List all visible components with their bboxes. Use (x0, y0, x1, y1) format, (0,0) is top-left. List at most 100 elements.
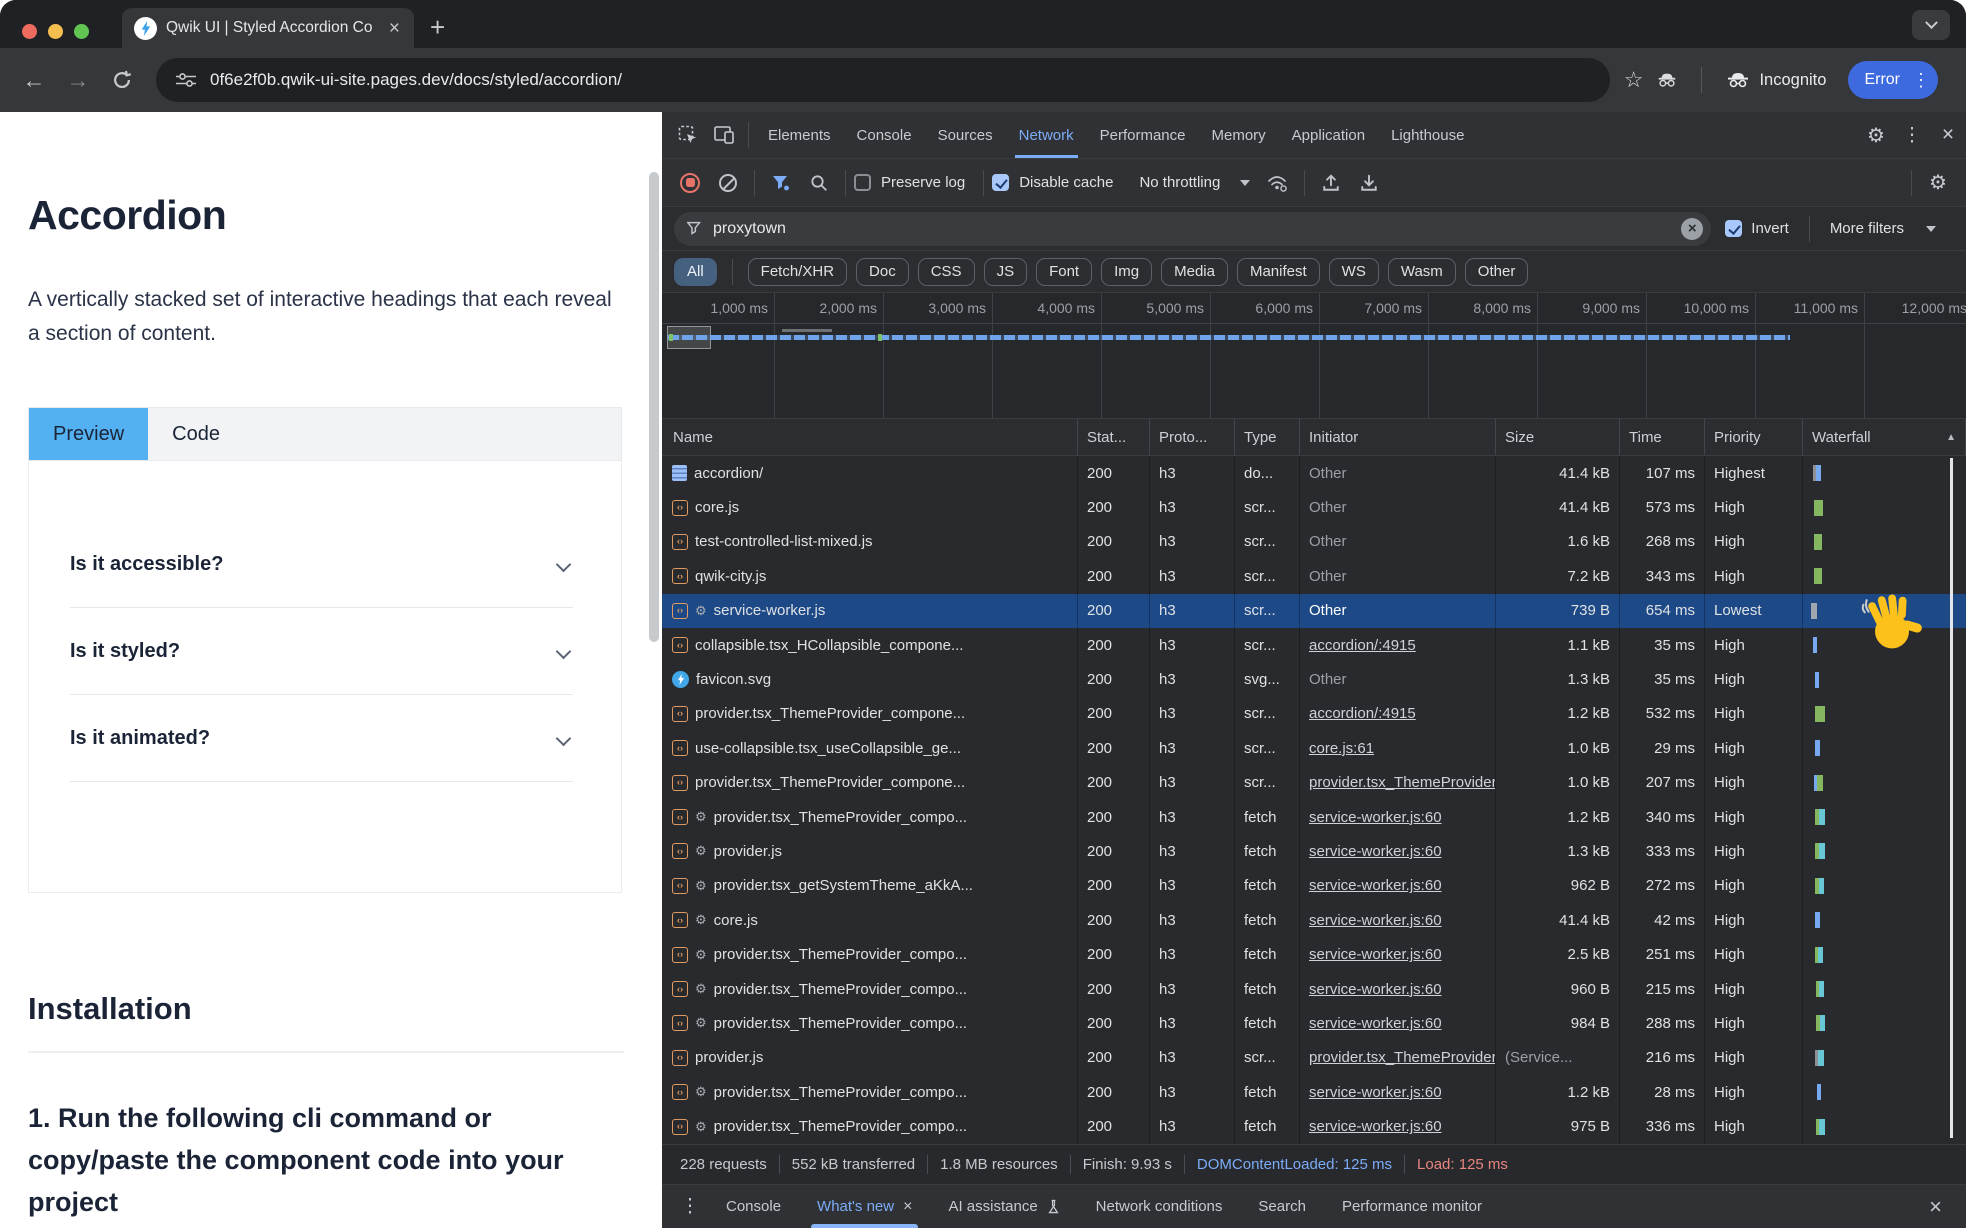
filter-chip-ws[interactable]: WS (1329, 258, 1379, 286)
forward-button[interactable]: → (58, 60, 98, 100)
cell-initiator[interactable]: provider.tsx_ThemeProvider (1300, 766, 1496, 800)
cell-name[interactable]: ‹›provider.tsx_ThemeProvider_compone... (662, 766, 1078, 800)
cell-initiator[interactable]: accordion/:4915 (1300, 697, 1496, 731)
site-settings-icon[interactable] (176, 73, 196, 87)
cell-name[interactable]: ‹›test-controlled-list-mixed.js (662, 525, 1078, 559)
cell-initiator[interactable]: core.js:61 (1300, 731, 1496, 765)
drawer-tab-search[interactable]: Search (1240, 1185, 1324, 1228)
tab-search-button[interactable] (1912, 10, 1950, 40)
column-header-initiator[interactable]: Initiator (1300, 419, 1496, 455)
initiator-link[interactable]: service-worker.js:60 (1309, 1118, 1442, 1135)
filter-chip-js[interactable]: JS (984, 258, 1028, 286)
filter-chip-other[interactable]: Other (1465, 258, 1529, 286)
request-row[interactable]: ‹›provider.tsx_ThemeProvider_compone...2… (662, 766, 1966, 800)
column-header-proto[interactable]: Proto... (1150, 419, 1235, 455)
request-row[interactable]: ‹›provider.tsx_ThemeProvider_compone...2… (662, 697, 1966, 731)
tab-close-icon[interactable]: × (387, 19, 402, 38)
request-row[interactable]: accordion/200h3do...Other41.4 kB107 msHi… (662, 456, 1966, 490)
drawer-tab-what-s-new[interactable]: What's new× (799, 1185, 930, 1228)
devtools-close-icon[interactable]: × (1930, 117, 1966, 153)
request-row[interactable]: ‹›⚙core.js200h3fetchservice-worker.js:60… (662, 903, 1966, 937)
request-row[interactable]: ‹›test-controlled-list-mixed.js200h3scr.… (662, 525, 1966, 559)
throttling-select[interactable]: No throttling (1139, 174, 1220, 191)
inspect-element-icon[interactable] (670, 117, 706, 153)
clear-button[interactable] (710, 165, 746, 201)
initiator-link[interactable]: service-worker.js:60 (1309, 1084, 1442, 1101)
cell-initiator[interactable]: service-worker.js:60 (1300, 869, 1496, 903)
page-scrollbar[interactable] (649, 172, 659, 642)
column-header-name[interactable]: Name (662, 419, 1078, 455)
bookmark-star-icon[interactable]: ☆ (1624, 67, 1644, 93)
cell-name[interactable]: accordion/ (662, 456, 1078, 490)
cell-name[interactable]: ‹›⚙provider.tsx_ThemeProvider_compo... (662, 800, 1078, 834)
drawer-tab-console[interactable]: Console (708, 1185, 799, 1228)
filter-chip-img[interactable]: Img (1101, 258, 1152, 286)
back-button[interactable]: ← (14, 60, 54, 100)
url-text[interactable]: 0f6e2f0b.qwik-ui-site.pages.dev/docs/sty… (210, 70, 622, 90)
initiator-link[interactable]: service-worker.js:60 (1309, 946, 1442, 963)
initiator-link[interactable]: accordion/:4915 (1309, 705, 1416, 722)
chevron-down-icon[interactable] (1926, 226, 1936, 232)
chevron-down-icon[interactable] (1240, 180, 1250, 186)
cell-name[interactable]: ‹›core.js (662, 490, 1078, 524)
drawer-menu-icon[interactable]: ⋮ (672, 1189, 708, 1225)
timeline-overview[interactable]: 1,000 ms2,000 ms3,000 ms4,000 ms5,000 ms… (662, 292, 1966, 418)
request-row[interactable]: ‹›⚙service-worker.js200h3scr...Other739 … (662, 594, 1966, 628)
cell-initiator[interactable]: service-worker.js:60 (1300, 1006, 1496, 1040)
cell-name[interactable]: ‹›⚙provider.js (662, 834, 1078, 868)
demo-tab-preview[interactable]: Preview (29, 408, 148, 460)
invert-checkbox[interactable] (1725, 220, 1742, 237)
initiator-link[interactable]: service-worker.js:60 (1309, 843, 1442, 860)
filter-icon[interactable] (763, 165, 799, 201)
initiator-link[interactable]: service-worker.js:60 (1309, 1015, 1442, 1032)
disable-cache-checkbox[interactable] (992, 174, 1009, 191)
filter-chip-all[interactable]: All (674, 258, 717, 286)
cell-name[interactable]: ‹›provider.js (662, 1041, 1078, 1075)
initiator-link[interactable]: accordion/:4915 (1309, 637, 1416, 654)
initiator-link[interactable]: provider.tsx_ThemeProvider (1309, 1049, 1496, 1066)
cell-initiator[interactable]: provider.tsx_ThemeProvider (1300, 1041, 1496, 1075)
devtools-tab-lighthouse[interactable]: Lighthouse (1378, 112, 1477, 158)
device-toolbar-icon[interactable] (706, 117, 742, 153)
more-menu-icon[interactable]: ⋮ (1912, 70, 1930, 91)
drawer-tab-network-conditions[interactable]: Network conditions (1078, 1185, 1241, 1228)
cell-initiator[interactable]: service-worker.js:60 (1300, 937, 1496, 971)
request-row[interactable]: ‹›⚙provider.tsx_ThemeProvider_compo...20… (662, 1006, 1966, 1040)
error-button[interactable]: Error ⋮ (1848, 61, 1938, 99)
network-conditions-icon[interactable] (1260, 165, 1296, 201)
cell-name[interactable]: ‹›qwik-city.js (662, 559, 1078, 593)
filter-input[interactable]: proxytown × (674, 212, 1711, 246)
cell-initiator[interactable]: service-worker.js:60 (1300, 800, 1496, 834)
drawer-close-icon[interactable]: × (1929, 1194, 1956, 1220)
devtools-settings-icon[interactable]: ⚙ (1858, 117, 1894, 153)
address-bar[interactable]: 0f6e2f0b.qwik-ui-site.pages.dev/docs/sty… (156, 58, 1610, 102)
request-row[interactable]: ‹›qwik-city.js200h3scr...Other7.2 kB343 … (662, 559, 1966, 593)
cell-name[interactable]: ‹›⚙provider.tsx_ThemeProvider_compo... (662, 1075, 1078, 1109)
cell-name[interactable]: ‹›⚙provider.tsx_ThemeProvider_compo... (662, 1006, 1078, 1040)
request-row[interactable]: ‹›⚙provider.tsx_getSystemTheme_aKkA...20… (662, 869, 1966, 903)
column-header-waterfall[interactable]: Waterfall▲ (1803, 419, 1966, 455)
filter-chip-manifest[interactable]: Manifest (1237, 258, 1320, 286)
devtools-tab-elements[interactable]: Elements (755, 112, 844, 158)
devtools-menu-icon[interactable]: ⋮ (1894, 117, 1930, 153)
cell-name[interactable]: ‹›use-collapsible.tsx_useCollapsible_ge.… (662, 731, 1078, 765)
more-filters-button[interactable]: More filters (1830, 220, 1904, 237)
filter-chip-fetch-xhr[interactable]: Fetch/XHR (748, 258, 847, 286)
cell-name[interactable]: ‹›⚙provider.tsx_ThemeProvider_compo... (662, 1109, 1078, 1143)
extension-icon[interactable] (1647, 60, 1687, 100)
devtools-tab-memory[interactable]: Memory (1199, 112, 1279, 158)
cell-name[interactable]: ‹›⚙provider.tsx_ThemeProvider_compo... (662, 937, 1078, 971)
filter-chip-media[interactable]: Media (1161, 258, 1228, 286)
initiator-link[interactable]: service-worker.js:60 (1309, 877, 1442, 894)
request-row[interactable]: favicon.svg200h3svg...Other1.3 kB35 msHi… (662, 662, 1966, 696)
drawer-tab-ai-assistance[interactable]: AI assistance (930, 1185, 1077, 1228)
devtools-tab-console[interactable]: Console (844, 112, 925, 158)
window-close-button[interactable] (22, 24, 37, 39)
cell-name[interactable]: ‹›⚙provider.tsx_ThemeProvider_compo... (662, 972, 1078, 1006)
request-row[interactable]: ‹›⚙provider.tsx_ThemeProvider_compo...20… (662, 1109, 1966, 1143)
network-settings-icon[interactable]: ⚙ (1920, 165, 1956, 201)
cell-initiator[interactable]: accordion/:4915 (1300, 628, 1496, 662)
column-header-type[interactable]: Type (1235, 419, 1300, 455)
column-header-size[interactable]: Size (1496, 419, 1620, 455)
initiator-link[interactable]: service-worker.js:60 (1309, 981, 1442, 998)
